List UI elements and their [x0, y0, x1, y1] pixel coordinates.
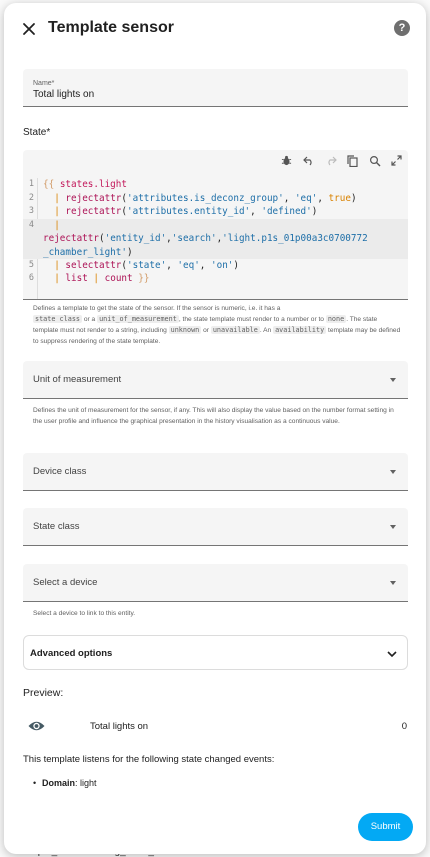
helper-text: Defines a template to get the state of t… [33, 305, 281, 312]
code-token: count [104, 273, 133, 284]
advanced-options-label: Advanced options [30, 648, 113, 659]
close-icon[interactable] [18, 18, 40, 40]
name-field-label: Name* [33, 80, 55, 87]
unit-of-measurement-select[interactable]: Unit of measurement [23, 361, 408, 399]
listens-text: This template listens for the following … [23, 754, 275, 765]
search-replace-icon[interactable] [367, 153, 382, 168]
code-token: 'eq' [177, 259, 200, 271]
name-field[interactable]: Name* Total lights on [23, 69, 408, 107]
inline-code: unavailable [210, 326, 260, 334]
state-template-editor[interactable]: 1 {{ states.light 2 | rejectattr('attribu… [23, 150, 408, 300]
code-token: 'state' [127, 259, 167, 271]
code-token: states.light [59, 179, 127, 190]
line-number: 1 [28, 179, 34, 189]
state-class-label: State class [33, 521, 80, 532]
unit-of-measurement-label: Unit of measurement [33, 374, 122, 385]
redo-icon[interactable] [323, 153, 338, 168]
state-helper-text: Defines a template to get the state of t… [33, 303, 403, 347]
code-token: 'attributes.is_deconz_group' [127, 192, 284, 204]
copy-icon[interactable] [345, 153, 360, 168]
undo-icon[interactable] [301, 153, 316, 168]
unit-helper-text: Defines the unit of measurement for the … [33, 407, 394, 425]
line-number: 2 [28, 192, 34, 203]
dropdown-arrow-icon [390, 378, 396, 382]
template-sensor-dialog: Template sensor ? Name* Total lights on … [4, 3, 426, 854]
preview-entity-name: Total lights on [90, 721, 149, 732]
dropdown-arrow-icon [390, 581, 396, 585]
code-token: }} [138, 273, 150, 284]
chevron-down-icon [386, 647, 398, 659]
helper-text: , the state template must render to a nu… [178, 316, 324, 323]
name-field-value[interactable]: Total lights on [33, 89, 94, 100]
inline-code: unknown [168, 326, 202, 334]
code-token: rejectattr [65, 206, 122, 217]
code-token: true [328, 192, 351, 204]
line-number: 4 [28, 219, 34, 230]
preview-label: Preview: [23, 687, 64, 699]
dialog-header: Template sensor ? [4, 3, 426, 55]
code-line: 5 | selectattr('state', 'eq', 'on') [23, 259, 408, 273]
code-area[interactable]: 1 {{ states.light 2 | rejectattr('attribu… [23, 178, 408, 286]
helper-text: or a [83, 316, 96, 323]
code-token: rejectattr [43, 233, 99, 244]
code-token: list [65, 273, 88, 284]
device-select[interactable]: Select a device [23, 564, 408, 602]
code-token: _chamber_light' [43, 246, 127, 258]
inline-code: availability [273, 326, 327, 334]
device-helper-text: Select a device to link to this entity. [33, 610, 136, 617]
state-class-select[interactable]: State class [23, 508, 408, 546]
event-value: : light [75, 778, 97, 788]
code-line: 6 | list | count }} [23, 272, 408, 286]
helper-text: or [203, 327, 209, 334]
code-token: 'eq' [294, 192, 318, 204]
code-token: 'search' [171, 233, 217, 244]
preview-entity-value: 0 [401, 721, 407, 732]
line-number: 3 [28, 206, 34, 216]
code-line-active: 4 | rejectattr('entity_id','search','lig… [23, 218, 408, 259]
code-token: rejectattr [65, 192, 122, 204]
fullscreen-icon[interactable] [389, 153, 404, 168]
inline-code: none [325, 315, 347, 323]
dropdown-arrow-icon [390, 470, 396, 474]
events-list: Domain: light [33, 778, 97, 788]
submit-button[interactable]: Submit [358, 813, 413, 841]
code-token: 'light.p1s_01p00a3c0700772 [222, 233, 368, 244]
line-number: 6 [28, 273, 34, 283]
preview-entity-row: Total lights on 0 [23, 715, 409, 739]
code-line: 3 | rejectattr('attributes.entity_id', '… [23, 205, 408, 219]
device-class-label: Device class [33, 466, 87, 477]
code-token: 'on' [211, 259, 234, 271]
inline-code: unit_of_measurement [97, 315, 179, 323]
device-select-label: Select a device [33, 577, 98, 588]
code-token: {{ [43, 179, 55, 190]
state-label: State* [23, 127, 51, 138]
dropdown-arrow-icon [390, 525, 396, 529]
code-token: 'attributes.entity_id' [127, 206, 251, 217]
device-class-select[interactable]: Device class [23, 453, 408, 491]
help-icon[interactable]: ? [394, 20, 410, 36]
code-line: 2 | rejectattr('attributes.is_deconz_gro… [23, 192, 408, 206]
inline-code: state class [33, 315, 83, 323]
code-line: 1 {{ states.light [23, 178, 408, 192]
helper-text: . An [259, 327, 272, 334]
code-token: selectattr [65, 259, 122, 271]
line-number: 5 [28, 259, 34, 270]
advanced-options-panel[interactable]: Advanced options [23, 635, 408, 670]
bug-icon[interactable] [279, 153, 294, 168]
eye-icon [28, 719, 45, 733]
code-token: 'defined' [261, 206, 312, 217]
editor-toolbar [279, 153, 404, 169]
list-item: Domain: light [33, 778, 97, 788]
dialog-title: Template sensor [48, 19, 174, 36]
code-token: 'entity_id' [104, 233, 167, 244]
event-key: Domain [42, 778, 76, 788]
